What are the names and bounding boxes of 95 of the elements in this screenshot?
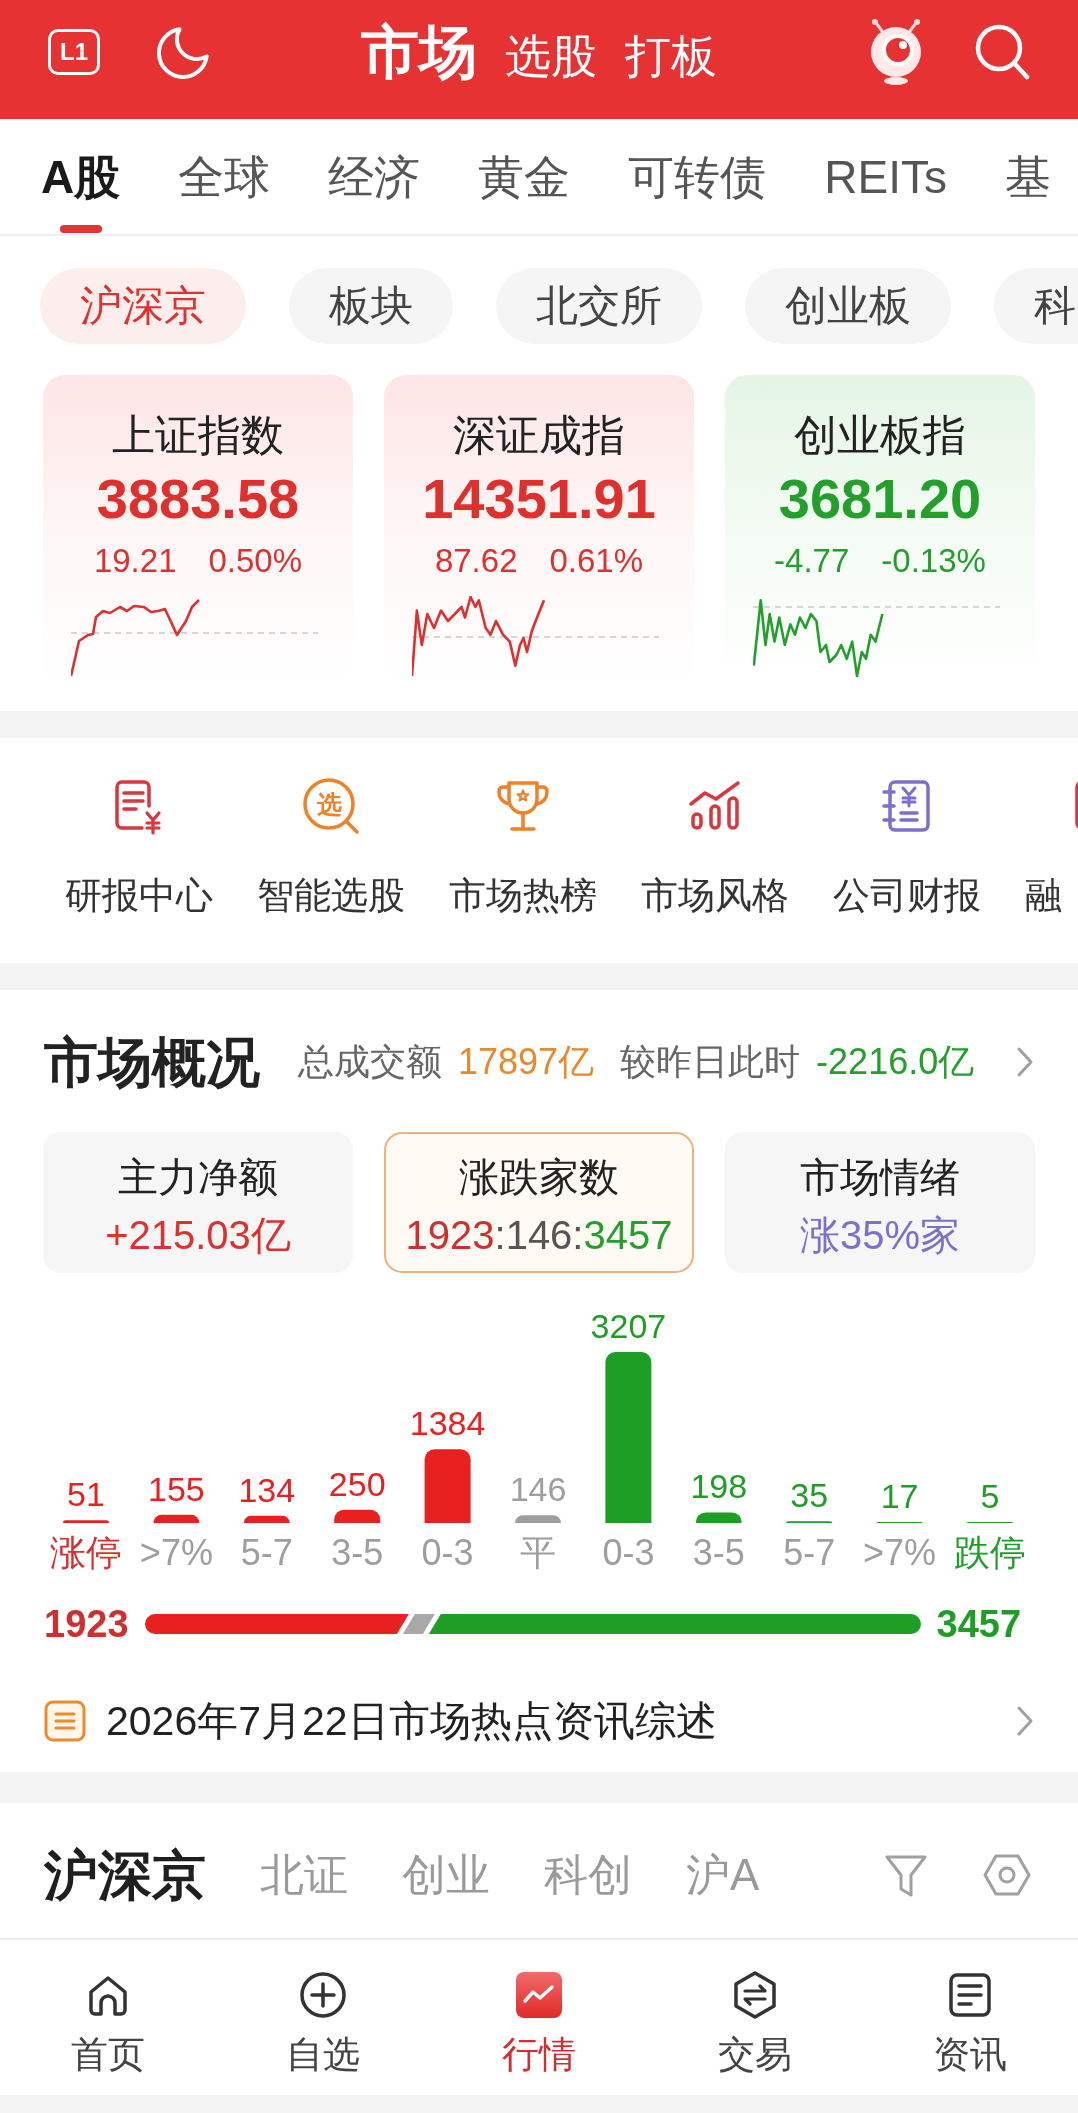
- summary-label: 较昨日此时: [620, 1044, 801, 1080]
- category-label: >7%: [139, 1532, 213, 1573]
- stat-title: 涨跌家数: [459, 1155, 619, 1199]
- bar: [334, 1509, 381, 1523]
- market-tab[interactable]: 基: [1004, 119, 1051, 234]
- index-value: 3883.58: [96, 469, 300, 529]
- nav-tab[interactable]: 首页: [0, 1940, 216, 2095]
- index-change: -4.77: [774, 543, 850, 579]
- market-tab[interactable]: 黄金: [478, 119, 571, 234]
- value-label: 3207: [590, 1307, 667, 1345]
- bar: [153, 1514, 200, 1523]
- index-change-percent: 0.50%: [208, 543, 303, 579]
- nav-tab[interactable]: 资讯: [862, 1940, 1078, 2095]
- shortcut-label[interactable]: 公司财报: [833, 875, 981, 916]
- value-label: 1384: [409, 1404, 486, 1443]
- nav-tab[interactable]: 行情: [431, 1940, 647, 2095]
- value-label: 5: [980, 1477, 1000, 1515]
- shortcut-label[interactable]: 智能选股: [257, 875, 405, 916]
- index-change-percent: 0.61%: [549, 543, 644, 579]
- category-label: >7%: [863, 1532, 937, 1573]
- board-chip[interactable]: 创业板: [745, 268, 951, 344]
- market-tab[interactable]: 全球: [178, 119, 271, 234]
- shortcut-label[interactable]: 融: [1025, 875, 1062, 916]
- category-label: 0-3: [602, 1532, 655, 1573]
- category-label: 5-7: [783, 1532, 836, 1573]
- index-name: 上证指数: [112, 413, 284, 457]
- header-tab[interactable]: 市场: [361, 22, 477, 81]
- board-chip[interactable]: 沪深京: [40, 268, 246, 344]
- stat-value: 涨35%家: [799, 1213, 961, 1257]
- moon-icon[interactable]: [155, 24, 211, 79]
- plus-circle-icon: [298, 1970, 349, 2020]
- nav-tab[interactable]: 自选: [215, 1940, 432, 2095]
- category-label: 跌停: [954, 1532, 1026, 1573]
- stat-title: 主力净额: [118, 1155, 278, 1199]
- market-tab[interactable]: 可转债: [628, 119, 767, 234]
- index-change: 87.62: [434, 543, 518, 579]
- fall-count: 3457: [936, 1605, 1022, 1643]
- summary-label: 总成交额: [298, 1044, 442, 1080]
- stat-card[interactable]: 涨跌家数 1923:146:3457: [384, 1132, 694, 1273]
- market-tab[interactable]: REITs: [824, 119, 947, 234]
- stat-card[interactable]: 市场情绪 涨35%家: [725, 1132, 1035, 1273]
- news-link[interactable]: 2026年7月22日市场热点资讯综述: [106, 1700, 717, 1742]
- header-tab[interactable]: 选股: [505, 32, 597, 79]
- index-change: 19.21: [93, 543, 177, 579]
- index-value: 3681.20: [778, 469, 982, 529]
- shortcut-label[interactable]: 市场风格: [641, 875, 789, 916]
- board-chip[interactable]: 北交所: [496, 268, 702, 344]
- category-label: 涨停: [50, 1532, 122, 1573]
- chevron-right-icon[interactable]: [1016, 1046, 1034, 1078]
- category-label: 平: [520, 1532, 556, 1573]
- bar: [695, 1512, 742, 1523]
- icon-label: 选: [316, 791, 342, 817]
- stat-value: 1923:146:3457: [405, 1213, 673, 1257]
- category-label: 5-7: [240, 1532, 293, 1573]
- magnifier-icon[interactable]: [301, 776, 361, 836]
- nav-tab[interactable]: 交易: [646, 1940, 863, 2095]
- level-button[interactable]: L1: [48, 28, 100, 75]
- index-name: 创业板指: [794, 413, 966, 457]
- value-label: 198: [690, 1467, 748, 1506]
- bar: [515, 1515, 561, 1523]
- value-label: 35: [790, 1476, 829, 1515]
- flat-segment: [402, 1614, 435, 1634]
- rise-count: 1923: [44, 1605, 129, 1643]
- value-label: 250: [328, 1464, 386, 1503]
- market-tab[interactable]: A股: [41, 119, 121, 234]
- index-change-percent: -0.13%: [881, 543, 986, 579]
- market-tab[interactable]: 经济: [328, 119, 421, 234]
- stat-value: +215.03亿: [105, 1213, 291, 1257]
- stat-card[interactable]: 主力净额 +215.03亿: [43, 1132, 353, 1273]
- board-chip[interactable]: 板块: [289, 268, 453, 344]
- bar: [243, 1515, 290, 1523]
- summary-value: -2216.0亿: [816, 1044, 975, 1080]
- category-label: 0-3: [421, 1532, 474, 1573]
- stat-title: 市场情绪: [800, 1155, 960, 1199]
- bar: [63, 1520, 109, 1523]
- category-label: 3-5: [692, 1532, 745, 1573]
- line-chart-icon: [514, 1970, 564, 2020]
- list-icon: [44, 1700, 86, 1742]
- value-label: 51: [67, 1475, 105, 1514]
- value-label: 146: [509, 1470, 567, 1509]
- value-label: 134: [238, 1470, 296, 1509]
- board-chip[interactable]: 科: [994, 268, 1078, 344]
- list-tab[interactable]: 沪深京: [44, 1847, 206, 1902]
- chevron-right-icon[interactable]: [1016, 1705, 1034, 1737]
- category-label: 3-5: [331, 1532, 384, 1573]
- settings-icon[interactable]: [983, 1852, 1031, 1897]
- value-label: 17: [880, 1477, 919, 1515]
- summary-value: 17897亿: [458, 1044, 595, 1080]
- header-tab[interactable]: 打板: [625, 32, 717, 79]
- value-label: 155: [148, 1469, 205, 1508]
- shortcut-label[interactable]: 市场热榜: [449, 875, 597, 916]
- index-name: 深证成指: [453, 413, 625, 457]
- section-title: 市场概况: [44, 1035, 260, 1089]
- shortcut-label[interactable]: 研报中心: [65, 875, 213, 916]
- index-value: 14351.91: [422, 469, 656, 529]
